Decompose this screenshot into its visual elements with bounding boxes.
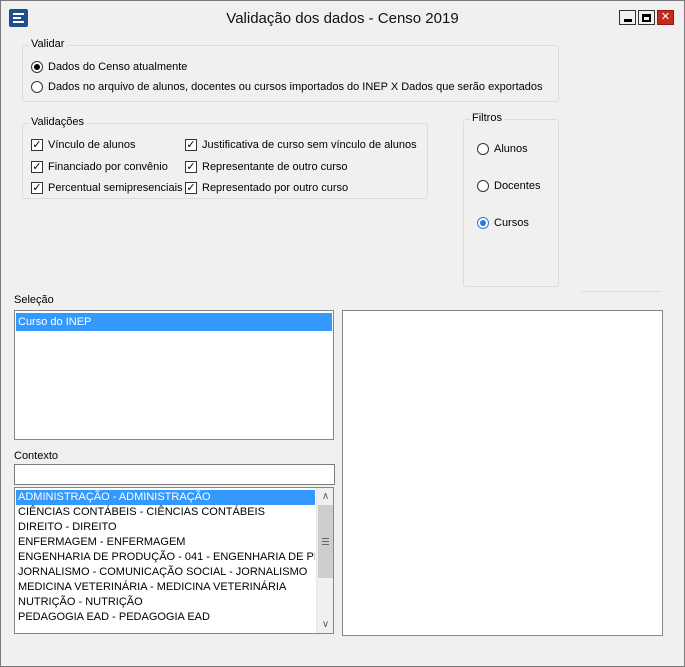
contexto-scrollbar[interactable]: ∧ ∨ [316, 488, 333, 633]
check-percentual-semipresenciais[interactable]: ✓ Percentual semipresenciais [31, 182, 183, 194]
check-vinculo-alunos[interactable]: ✓ Vínculo de alunos [31, 139, 135, 151]
chevron-up-icon[interactable]: ∧ [317, 488, 333, 505]
list-item[interactable]: JORNALISMO - COMUNICAÇÃO SOCIAL - JORNAL… [16, 565, 315, 580]
validacoes-group: Validações ✓ Vínculo de alunos ✓ Financi… [22, 116, 428, 199]
validar-option-censo[interactable]: Dados do Censo atualmente [31, 61, 187, 73]
selecao-listbox[interactable]: Curso do INEP [14, 310, 334, 440]
list-item[interactable]: MEDICINA VETERINÁRIA - MEDICINA VETERINÁ… [16, 580, 315, 595]
contexto-listbox[interactable]: ADMINISTRAÇÃO - ADMINISTRAÇÃO CIÊNCIAS C… [14, 487, 334, 634]
contexto-filter-input[interactable] [14, 464, 335, 485]
radio-icon[interactable] [477, 217, 489, 229]
check-label: Financiado por convênio [48, 161, 168, 173]
filtro-label: Docentes [494, 180, 541, 192]
window-title: Validação dos dados - Censo 2019 [226, 10, 459, 27]
checkbox-checked-icon[interactable]: ✓ [185, 182, 197, 194]
checkbox-checked-icon[interactable]: ✓ [31, 161, 43, 173]
checkbox-checked-icon[interactable]: ✓ [185, 161, 197, 173]
list-item[interactable]: ENGENHARIA DE PRODUÇÃO - 041 - ENGENHARI… [16, 550, 315, 565]
checkbox-checked-icon[interactable]: ✓ [31, 182, 43, 194]
minimize-button[interactable] [619, 10, 636, 25]
list-item[interactable]: NUTRIÇÃO - NUTRIÇÃO [16, 595, 315, 610]
separator [581, 291, 661, 292]
list-item[interactable]: Curso do INEP [16, 313, 332, 331]
check-label: Percentual semipresenciais [48, 182, 183, 194]
radio-icon[interactable] [31, 81, 43, 93]
title-bar: Validação dos dados - Censo 2019 ✕ [1, 1, 684, 31]
filtros-group: Filtros Alunos Docentes Cursos [463, 112, 559, 287]
check-label: Representante de outro curso [202, 161, 348, 173]
check-representante-curso[interactable]: ✓ Representante de outro curso [185, 161, 348, 173]
validar-group-label: Validar [29, 38, 67, 50]
close-icon: ✕ [660, 11, 671, 23]
contexto-items: ADMINISTRAÇÃO - ADMINISTRAÇÃO CIÊNCIAS C… [16, 490, 315, 625]
list-item[interactable]: DIREITO - DIREITO [16, 520, 315, 535]
radio-icon[interactable] [31, 61, 43, 73]
scrollbar-thumb[interactable] [318, 505, 333, 578]
close-button[interactable]: ✕ [657, 10, 674, 25]
validar-option-label: Dados no arquivo de alunos, docentes ou … [48, 81, 543, 93]
minimize-icon [623, 19, 632, 22]
validation-window: Validação dos dados - Censo 2019 ✕ Valid… [0, 0, 685, 667]
check-financiado-convenio[interactable]: ✓ Financiado por convênio [31, 161, 168, 173]
check-label: Justificativa de curso sem vínculo de al… [202, 139, 417, 151]
list-item[interactable]: PEDAGOGIA EAD - PEDAGOGIA EAD [16, 610, 315, 625]
check-representado-curso[interactable]: ✓ Representado por outro curso [185, 182, 348, 194]
contexto-label: Contexto [14, 450, 59, 462]
maximize-button[interactable] [638, 10, 655, 25]
check-label: Representado por outro curso [202, 182, 349, 194]
filtros-group-label: Filtros [470, 112, 504, 124]
maximize-icon [642, 13, 651, 22]
selecao-label: Seleção [14, 294, 54, 306]
radio-icon[interactable] [477, 180, 489, 192]
check-label: Vínculo de alunos [48, 139, 136, 151]
validar-option-arquivo[interactable]: Dados no arquivo de alunos, docentes ou … [31, 81, 543, 93]
list-item[interactable]: CIÊNCIAS CONTÁBEIS - CIÊNCIAS CONTÁBEIS [16, 505, 315, 520]
radio-icon[interactable] [477, 143, 489, 155]
validar-group: Validar Dados do Censo atualmente Dados … [22, 38, 559, 102]
filtro-docentes[interactable]: Docentes [477, 180, 540, 192]
checkbox-checked-icon[interactable]: ✓ [31, 139, 43, 151]
filtro-alunos[interactable]: Alunos [477, 143, 528, 155]
list-item[interactable]: ENFERMAGEM - ENFERMAGEM [16, 535, 315, 550]
check-justificativa-curso[interactable]: ✓ Justificativa de curso sem vínculo de … [185, 139, 417, 151]
list-item[interactable]: ADMINISTRAÇÃO - ADMINISTRAÇÃO [16, 490, 315, 505]
filtro-label: Cursos [494, 217, 529, 229]
validacoes-group-label: Validações [29, 116, 86, 128]
checkbox-checked-icon[interactable]: ✓ [185, 139, 197, 151]
filtro-label: Alunos [494, 143, 528, 155]
validar-option-label: Dados do Censo atualmente [48, 61, 188, 73]
detail-panel[interactable] [342, 310, 663, 636]
chevron-down-icon[interactable]: ∨ [317, 616, 333, 633]
filtro-cursos[interactable]: Cursos [477, 217, 529, 229]
